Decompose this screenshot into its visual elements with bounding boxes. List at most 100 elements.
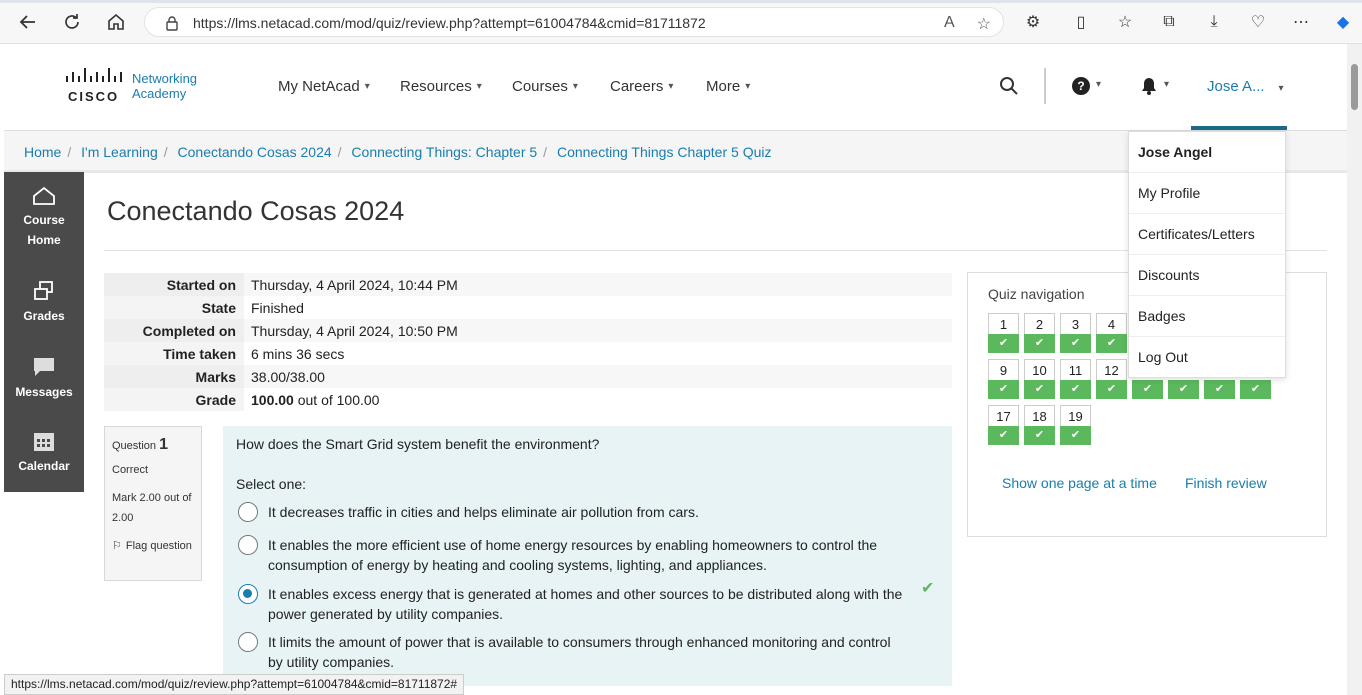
answer-text: It limits the amount of power that is av… [268,634,891,670]
radio-button[interactable] [238,502,258,522]
sidebar-label: Calendar [18,459,70,473]
summary-label: Completed on [104,319,244,342]
grades-icon [34,281,53,300]
quiz-nav-button[interactable]: 17 ✔ [988,405,1019,445]
refresh-icon[interactable] [60,10,84,34]
menu-item-log-out[interactable]: Log Out [1129,337,1285,378]
quiz-nav-button[interactable]: 9 ✔ [988,359,1019,399]
collections-icon[interactable]: ⧉ [1158,11,1180,33]
search-icon[interactable] [999,76,1019,99]
quiz-nav-button[interactable]: 3 ✔ [1060,313,1091,353]
check-icon: ✔ [1024,380,1055,399]
summary-value: 100.00 out of 100.00 [244,388,952,411]
favorite-star-icon[interactable]: ☆ [977,14,991,34]
breadcrumb-quiz[interactable]: Connecting Things Chapter 5 Quiz [557,144,772,160]
breadcrumb-home[interactable]: Home [24,144,61,160]
menu-item-certificates[interactable]: Certificates/Letters [1129,214,1285,255]
menu-item-badges[interactable]: Badges [1129,296,1285,337]
menu-item-discounts[interactable]: Discounts [1129,255,1285,296]
button-number: 9 [999,363,1008,378]
back-icon[interactable] [16,10,40,34]
radio-button-selected[interactable] [238,584,258,604]
scroll-thumb[interactable] [1351,64,1358,110]
url-text[interactable]: https://lms.netacad.com/mod/quiz/review.… [193,15,706,31]
favorites-icon[interactable]: ☆ [1114,11,1136,33]
check-icon: ✔ [988,380,1019,399]
nav-resources[interactable]: Resources ▾ [400,78,482,95]
grade-out-of: out of 100.00 [293,391,380,408]
chevron-down-icon: ▾ [745,81,751,92]
show-one-page-link[interactable]: Show one page at a time [1002,475,1157,491]
address-bar[interactable]: https://lms.netacad.com/mod/quiz/review.… [144,7,1004,37]
question-mark: Mark 2.00 out of 2.00 [112,492,192,524]
breadcrumb-course[interactable]: Conectando Cosas 2024 [178,144,332,160]
grade-value: 100.00 [251,391,294,408]
radio-button[interactable] [238,535,258,555]
breadcrumb-separator: / [543,144,548,160]
nav-label: More [706,78,741,95]
nav-careers[interactable]: Careers ▾ [610,78,673,95]
quiz-nav-button[interactable]: 11 ✔ [1060,359,1091,399]
sidebar-item-messages[interactable]: Messages [4,356,84,402]
browser-toolbar: https://lms.netacad.com/mod/quiz/review.… [0,0,1362,44]
sidebar-item-grades[interactable]: Grades [4,280,84,326]
lock-icon[interactable] [165,15,179,34]
radio-button[interactable] [238,632,258,652]
table-row: Time taken 6 mins 36 secs [104,342,952,365]
browser-essentials-icon[interactable]: ♡ [1247,11,1269,33]
chevron-down-icon[interactable]: ▾ [1096,79,1101,90]
nav-courses[interactable]: Courses ▾ [512,78,578,95]
user-menu-toggle[interactable]: Jose A... ▾ [1207,78,1284,95]
question-text: How does the Smart Grid system benefit t… [236,436,600,452]
quiz-nav-button[interactable]: 2 ✔ [1024,313,1055,353]
question-content: How does the Smart Grid system benefit t… [223,426,952,686]
calendar-icon [34,433,54,451]
downloads-icon[interactable]: ⤓ [1203,11,1225,33]
help-icon[interactable]: ? [1072,77,1090,95]
chevron-down-icon[interactable]: ▾ [1164,79,1169,90]
sidebar-item-course-home[interactable]: Course Home [4,186,84,250]
sidebar-label: Messages [15,385,73,399]
summary-value: 6 mins 36 secs [244,342,952,365]
home-icon[interactable] [104,10,128,34]
summary-value: Thursday, 4 April 2024, 10:44 PM [244,273,952,296]
nav-label: My NetAcad [278,78,360,95]
nav-more[interactable]: More ▾ [706,78,750,95]
sidebar-item-calendar[interactable]: Calendar [4,430,84,476]
sidebar-label: Course [23,213,65,227]
flag-question[interactable]: ⚐ Flag question [112,536,194,556]
bell-icon[interactable] [1140,76,1158,99]
logo-line2: Academy [132,86,187,101]
chevron-down-icon: ▾ [476,81,482,92]
check-icon: ✔ [1096,380,1127,399]
scrollbar[interactable] [1347,44,1362,695]
cisco-logo[interactable]: CISCO Networking Academy [64,68,197,104]
breadcrumb-im-learning[interactable]: I'm Learning [81,144,158,160]
more-menu-icon[interactable]: ⋯ [1290,11,1312,33]
check-icon: ✔ [988,334,1019,353]
nav-my-netacad[interactable]: My NetAcad ▾ [278,78,370,95]
finish-review-link[interactable]: Finish review [1185,475,1267,491]
table-row: Grade 100.00 out of 100.00 [104,388,952,411]
nav-label: Resources [400,78,472,95]
extensions-icon[interactable]: ⚙ [1022,11,1044,33]
breadcrumb-chapter[interactable]: Connecting Things: Chapter 5 [351,144,537,160]
table-row: State Finished [104,296,952,319]
split-screen-icon[interactable]: ▯ [1070,11,1092,33]
cisco-text: CISCO [68,89,120,104]
summary-value: Thursday, 4 April 2024, 10:50 PM [244,319,952,342]
quiz-nav-button[interactable]: 4 ✔ [1096,313,1127,353]
menu-item-my-profile[interactable]: My Profile [1129,173,1285,214]
copilot-icon[interactable]: ◆ [1332,11,1354,33]
read-aloud-icon[interactable]: A [944,14,955,34]
breadcrumb-separator: / [163,144,168,160]
sidebar-label: Home [27,233,61,247]
quiz-nav-button[interactable]: 1 ✔ [988,313,1019,353]
check-icon: ✔ [1204,380,1235,399]
quiz-nav-button[interactable]: 10 ✔ [1024,359,1055,399]
quiz-nav-button[interactable]: 12 ✔ [1096,359,1127,399]
summary-value: Finished [244,296,952,319]
check-icon: ✔ [1060,380,1091,399]
quiz-nav-button[interactable]: 18 ✔ [1024,405,1055,445]
quiz-nav-button[interactable]: 19 ✔ [1060,405,1091,445]
